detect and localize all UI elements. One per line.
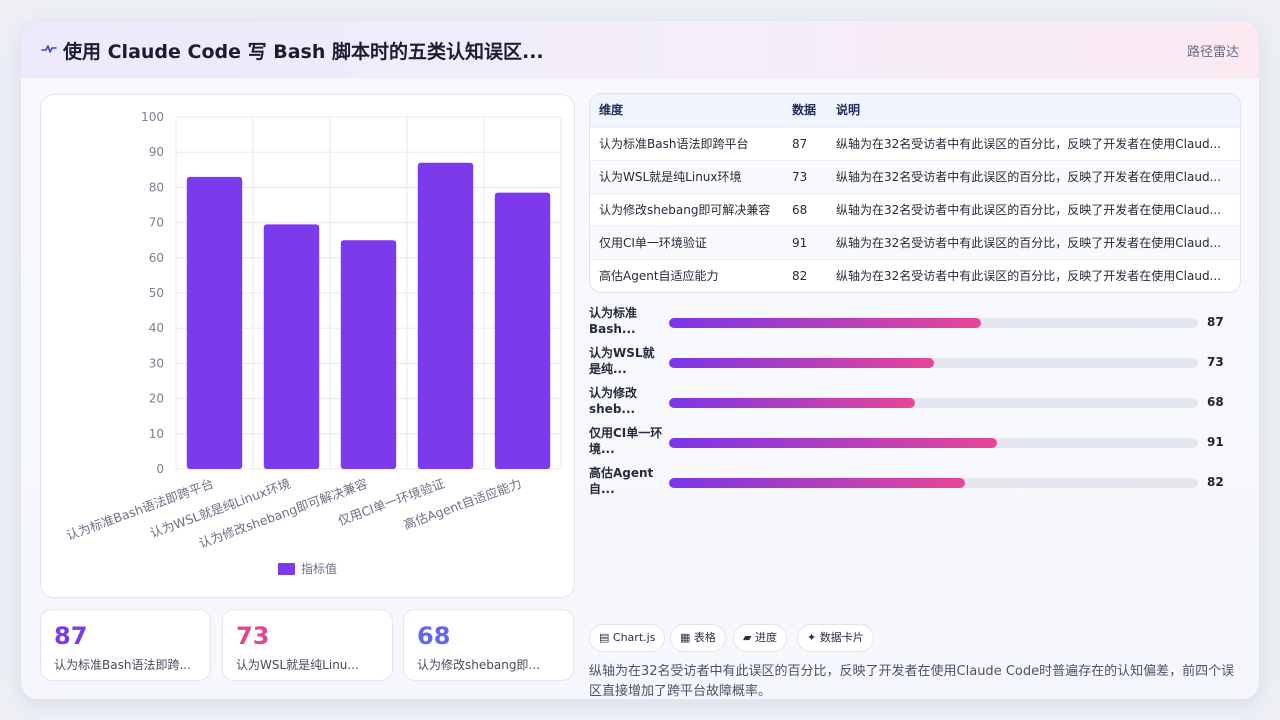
progress-label: 仅用CI单一环 境... [589, 426, 663, 456]
legend-swatch [278, 563, 295, 575]
y-tick-label: 30 [149, 356, 164, 370]
y-tick-label: 90 [149, 145, 164, 159]
data-table: 维度 数据 说明 认为标准Bash语法即跨平台 87 纵轴为在32名受访者中有此… [589, 93, 1241, 293]
progress-value: 68 [1207, 395, 1224, 409]
cell-description: 纵轴为在32名受访者中有此误区的百分比，反映了开发者在使用Claud... [836, 236, 1220, 250]
header-bar: 使用 Claude Code 写 Bash 脚本时的五类认知误区... 路径雷达 [21, 21, 1259, 78]
progress-label: 认为修改 sheb... [589, 386, 638, 416]
cell-dimension: 高估Agent自适应能力 [599, 269, 719, 283]
progress-track [669, 438, 1198, 448]
stat-label: 认为WSL就是纯Linu... [236, 658, 359, 672]
y-tick-label: 80 [149, 180, 164, 194]
progress-row: 高估Agent 自... 82 [589, 465, 1241, 501]
progress-value: 87 [1207, 315, 1224, 329]
bar [494, 192, 551, 469]
progress-track [669, 478, 1198, 488]
stat-card-1: 87 认为标准Bash语法即跨... [40, 609, 211, 681]
progress-fill [669, 318, 982, 328]
cell-dimension: 认为WSL就是纯Linux环境 [599, 170, 742, 184]
content-area: 0 10 20 30 40 50 60 70 80 90 100 认为标准Bash语法即跨平台 认为WS… [21, 78, 1259, 699]
cell-description: 纵轴为在32名受访者中有此误区的百分比，反映了开发者在使用Claud... [836, 137, 1220, 151]
cell-value: 91 [792, 236, 808, 250]
sparkle-icon: ✦ [807, 631, 817, 644]
progress-row: 认为标准 Bash... 87 [589, 305, 1241, 341]
chip-table[interactable]: ▦ 表格 [670, 624, 726, 652]
chip-data-cards[interactable]: ✦ 数据卡片 [797, 624, 874, 652]
progress-row: 仅用CI单一环 境... 91 [589, 425, 1241, 461]
chip-progress[interactable]: ▰ 进度 [733, 624, 787, 652]
legend-label: 指标值 [301, 561, 337, 576]
bar-chart-panel: 0 10 20 30 40 50 60 70 80 90 100 认为标准Bash语法即跨平台 认为WS… [40, 94, 575, 598]
cell-dimension: 认为标准Bash语法即跨平台 [599, 137, 749, 151]
bar [417, 162, 474, 469]
stat-value: 68 [417, 622, 451, 650]
progress-row: 认为WSL就 是纯... 73 [589, 345, 1241, 381]
cell-value: 68 [792, 203, 808, 217]
y-tick-label: 0 [156, 462, 164, 476]
chip-chartjs[interactable]: ▤ Chart.js [589, 624, 666, 652]
y-tick-label: 100 [141, 110, 164, 124]
stat-label: 认为修改shebang即... [417, 658, 540, 672]
cell-description: 纵轴为在32名受访者中有此误区的百分比，反映了开发者在使用Claud... [836, 203, 1220, 217]
column-header-value: 数据 [792, 103, 817, 117]
cell-description: 纵轴为在32名受访者中有此误区的百分比，反映了开发者在使用Claud... [836, 170, 1220, 184]
y-tick-label: 20 [149, 392, 164, 406]
progress-track [669, 318, 1198, 328]
progress-row: 认为修改 sheb... 68 [589, 385, 1241, 421]
progress-label: 高估Agent 自... [589, 466, 654, 496]
chart-icon: ▤ [599, 631, 610, 644]
table-row[interactable]: 仅用CI单一环境验证 91 纵轴为在32名受访者中有此误区的百分比，反映了开发者… [590, 226, 1240, 259]
table-row[interactable]: 认为标准Bash语法即跨平台 87 纵轴为在32名受访者中有此误区的百分比，反映… [590, 127, 1240, 160]
progress-value: 82 [1207, 475, 1224, 489]
table-row[interactable]: 认为修改shebang即可解决兼容 68 纵轴为在32名受访者中有此误区的百分比… [590, 193, 1240, 226]
cell-value: 82 [792, 269, 808, 283]
progress-fill [669, 438, 997, 448]
cell-dimension: 认为修改shebang即可解决兼容 [599, 203, 771, 217]
y-tick-label: 60 [149, 251, 164, 265]
cell-value: 73 [792, 170, 808, 184]
y-tick-label: 10 [149, 427, 164, 441]
progress-fill [669, 478, 966, 488]
cell-dimension: 仅用CI单一环境验证 [599, 236, 707, 250]
table-row[interactable]: 认为WSL就是纯Linux环境 73 纵轴为在32名受访者中有此误区的百分比，反… [590, 160, 1240, 193]
stat-card-3: 68 认为修改shebang即... [403, 609, 574, 681]
cell-value: 87 [792, 137, 808, 151]
dashboard-card: 使用 Claude Code 写 Bash 脚本时的五类认知误区... 路径雷达… [20, 20, 1260, 700]
table-header-row: 维度 数据 说明 [590, 94, 1240, 127]
column-header-description: 说明 [836, 103, 861, 117]
progress-icon: ▰ [743, 631, 752, 644]
stat-value: 73 [236, 622, 270, 650]
bar [263, 224, 320, 469]
progress-label: 认为WSL就 是纯... [589, 346, 655, 376]
column-header-dimension: 维度 [599, 103, 624, 117]
progress-fill [669, 398, 915, 408]
header-right-label[interactable]: 路径雷达 [1187, 41, 1239, 60]
progress-label: 认为标准 Bash... [589, 306, 638, 336]
progress-fill [669, 358, 934, 368]
bar [186, 176, 243, 469]
stat-value: 87 [54, 622, 88, 650]
y-tick-label: 50 [149, 286, 164, 300]
table-row[interactable]: 高估Agent自适应能力 82 纵轴为在32名受访者中有此误区的百分比，反映了开… [590, 259, 1240, 292]
summary-text: 纵轴为在32名受访者中有此误区的百分比，反映了开发者在使用Claude Code… [589, 664, 1235, 699]
stat-label: 认为标准Bash语法即跨... [54, 658, 191, 672]
progress-value: 73 [1207, 355, 1224, 369]
progress-value: 91 [1207, 435, 1224, 449]
stat-card-2: 73 认为WSL就是纯Linu... [222, 609, 393, 681]
page-title: 使用 Claude Code 写 Bash 脚本时的五类认知误区... [63, 41, 544, 63]
table-icon: ▦ [680, 631, 691, 644]
progress-track [669, 358, 1198, 368]
bar [340, 240, 397, 469]
cell-description: 纵轴为在32名受访者中有此误区的百分比，反映了开发者在使用Claud... [836, 269, 1220, 283]
progress-track [669, 398, 1198, 408]
bar-chart: 0102030405060708090100认为标准Bash语法即跨平台认为WS… [64, 110, 562, 576]
pulse-icon [41, 45, 57, 53]
y-tick-label: 40 [149, 321, 164, 335]
y-tick-label: 70 [149, 216, 164, 230]
